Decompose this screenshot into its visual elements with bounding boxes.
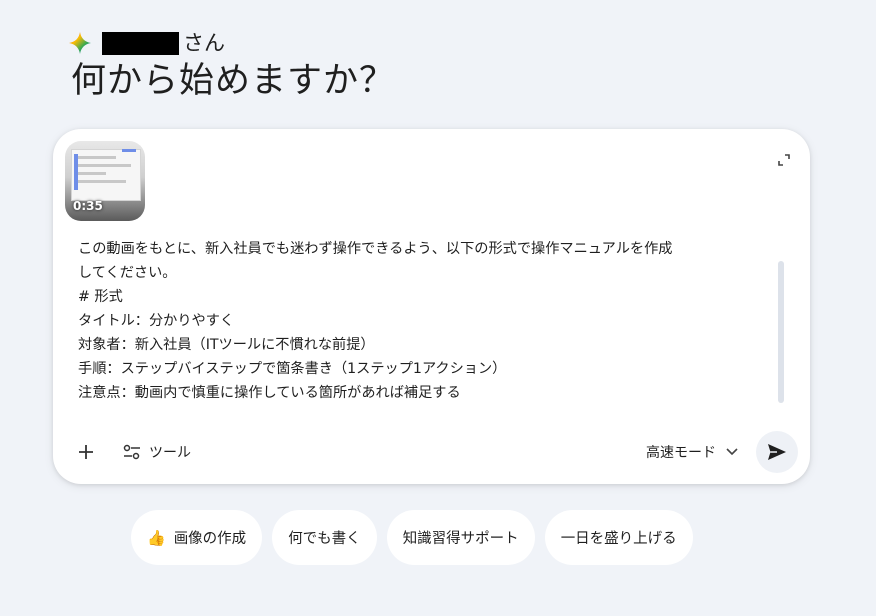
- chip-boost-day[interactable]: 一日を盛り上げる: [544, 510, 693, 565]
- chip-label: 何でも書く: [288, 531, 361, 547]
- prompt-card: 0:35 この動画をもとに、新入社員でも迷わず操作できるよう、以下の形式で操作マ…: [53, 129, 810, 484]
- chip-label: 知識習得サポート: [402, 531, 519, 547]
- expand-icon[interactable]: [778, 151, 790, 166]
- tools-label: ツール: [149, 445, 191, 461]
- gemini-spark-icon: [68, 31, 92, 55]
- chip-label: 一日を盛り上げる: [560, 531, 677, 547]
- video-preview-image: [71, 149, 141, 201]
- mode-select[interactable]: 高速モード: [646, 441, 738, 463]
- chip-learning-support[interactable]: 知識習得サポート: [386, 510, 535, 565]
- tools-button[interactable]: ツール: [123, 441, 191, 463]
- thumbs-up-icon: 👍: [147, 528, 166, 547]
- greeting: さん: [68, 30, 225, 56]
- redacted-user-name: [102, 31, 179, 55]
- prompt-input[interactable]: この動画をもとに、新入社員でも迷わず操作できるよう、以下の形式で操作マニュアルを…: [78, 237, 768, 405]
- tools-icon: [123, 444, 140, 460]
- suggestion-chips: 👍 画像の作成 何でも書く 知識習得サポート 一日を盛り上げる: [131, 510, 693, 565]
- page-title: 何から始めますか？: [71, 61, 396, 101]
- gemini-home: さん 何から始めますか？ 0:35 この動画をもとに、新入社員でも迷わず操作でき…: [0, 0, 876, 616]
- chip-write-anything[interactable]: 何でも書く: [272, 510, 377, 565]
- send-button[interactable]: [756, 431, 798, 473]
- chevron-down-icon: [726, 448, 738, 456]
- greeting-honorific: さん: [183, 31, 225, 55]
- add-icon[interactable]: [77, 443, 95, 461]
- prompt-scrollbar[interactable]: [778, 261, 784, 403]
- video-attachment-thumbnail[interactable]: 0:35: [65, 141, 145, 221]
- chip-label: 画像の作成: [173, 531, 247, 547]
- mode-label: 高速モード: [646, 445, 716, 461]
- chip-create-image[interactable]: 👍 画像の作成: [131, 510, 263, 565]
- send-icon: [768, 444, 786, 460]
- video-duration: 0:35: [73, 199, 103, 213]
